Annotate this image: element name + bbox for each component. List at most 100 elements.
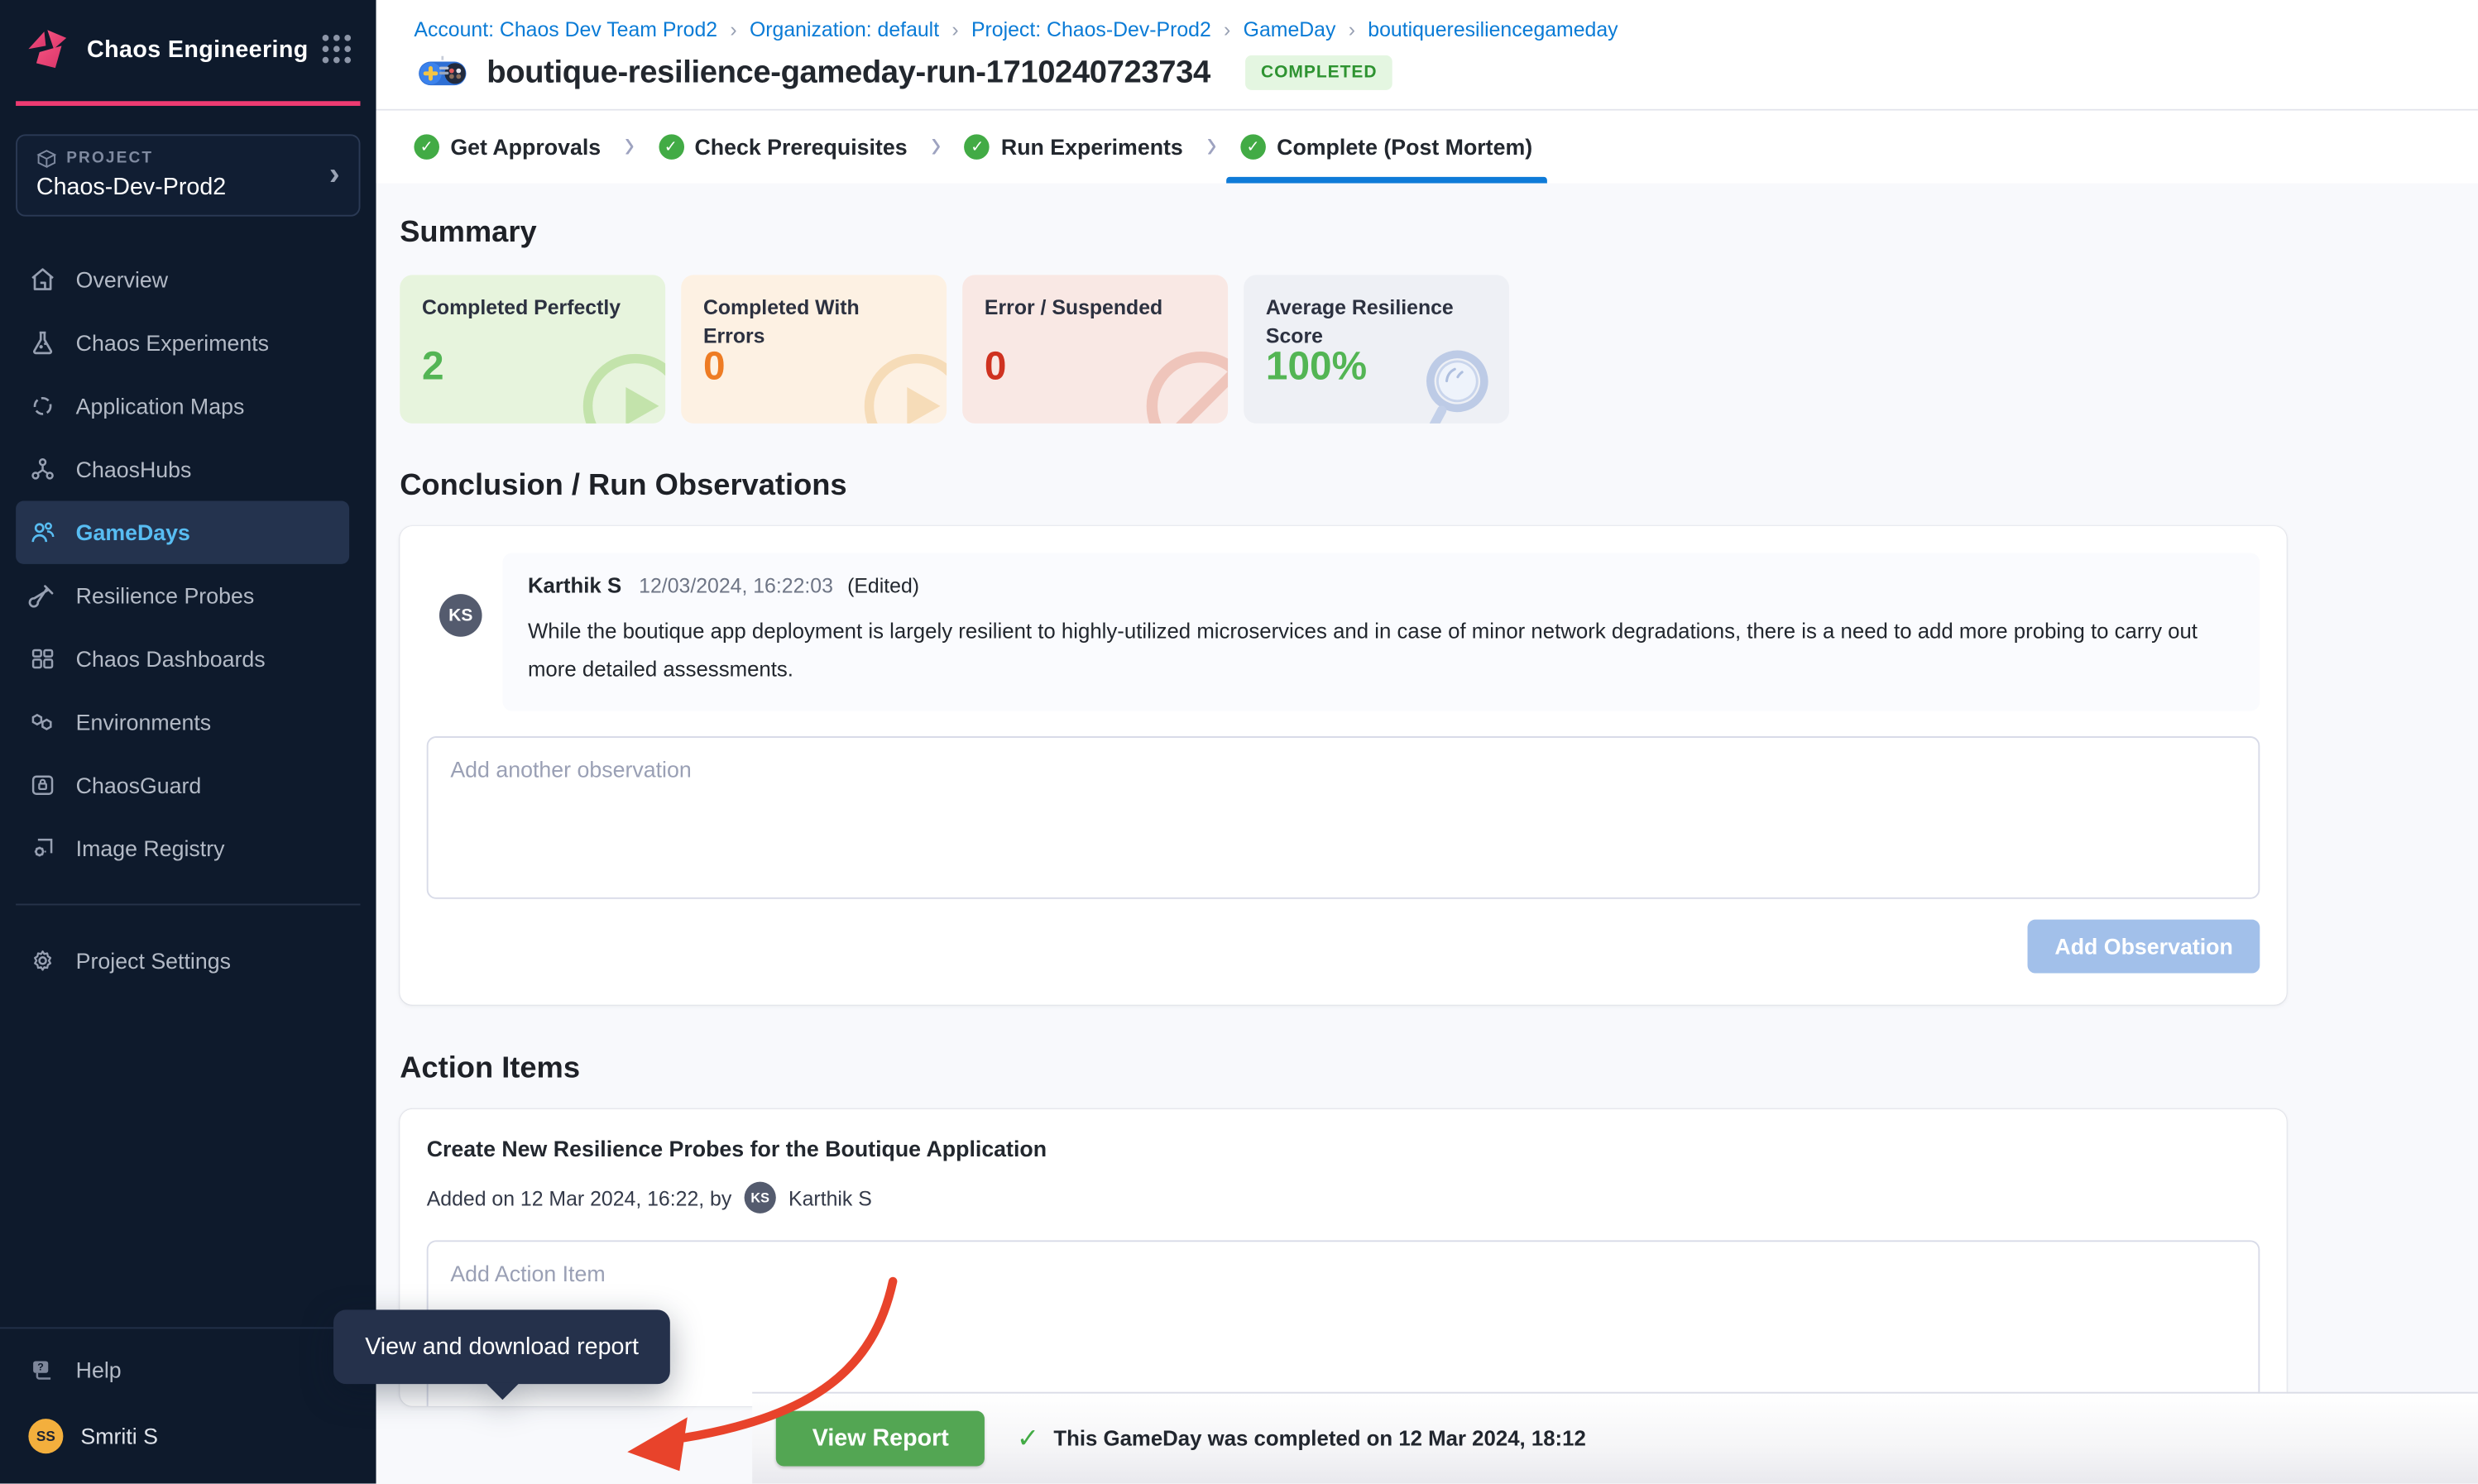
check-icon: ✓	[1017, 1423, 1039, 1454]
add-observation-input[interactable]	[427, 737, 2260, 900]
observation-comment: KS Karthik S 12/03/2024, 16:22:03 (Edite…	[427, 553, 2260, 711]
chevron-right-icon: ›	[931, 124, 941, 170]
sidebar-item-overview[interactable]: Overview	[0, 248, 376, 311]
product-title: Chaos Engineering	[87, 36, 309, 62]
tab-get-approvals[interactable]: ✓ Get Approvals	[414, 111, 601, 184]
target-icon	[28, 392, 56, 420]
status-badge: COMPLETED	[1245, 55, 1393, 90]
sidebar-item-chaos-dashboards[interactable]: Chaos Dashboards	[0, 627, 376, 690]
app-grid-menu-icon[interactable]	[323, 35, 351, 63]
action-item-title: Create New Resilience Probes for the Bou…	[427, 1137, 2260, 1162]
sidebar-item-resilience-probes[interactable]: Resilience Probes	[0, 564, 376, 627]
sidebar-bottom: ? Help SS Smriti S	[0, 1327, 376, 1483]
bottom-bar: View Report ✓ This GameDay was completed…	[752, 1392, 2478, 1484]
add-observation-button[interactable]: Add Observation	[2028, 920, 2260, 974]
card-label: Completed Perfectly	[422, 294, 643, 322]
sidebar-item-label: ChaosGuard	[76, 773, 202, 798]
sidebar: Chaos Engineering PROJECT Chaos-Dev-Prod…	[0, 0, 376, 1483]
action-item-author-avatar: KS	[745, 1182, 776, 1214]
sidebar-item-label: Overview	[76, 267, 168, 293]
sidebar-header: Chaos Engineering	[0, 0, 376, 92]
breadcrumb-run[interactable]: boutiqueresiliencegameday	[1368, 17, 1618, 41]
title-row: boutique-resilience-gameday-run-17102407…	[376, 41, 2478, 111]
action-item-author: Karthik S	[788, 1186, 872, 1210]
sidebar-item-chaosguard[interactable]: ChaosGuard	[0, 754, 376, 816]
project-selector-label: PROJECT	[66, 150, 153, 167]
harness-chaos-logo-icon	[24, 26, 71, 73]
observations-card: KS Karthik S 12/03/2024, 16:22:03 (Edite…	[400, 526, 2287, 1005]
sidebar-item-label: ChaosHubs	[76, 457, 192, 482]
card-label: Completed With Errors	[703, 294, 924, 349]
comment-author: Karthik S	[528, 573, 621, 597]
sidebar-item-gamedays[interactable]: GameDays	[16, 500, 349, 563]
sidebar-item-chaoshubs[interactable]: ChaosHubs	[0, 438, 376, 500]
tab-label: Complete (Post Mortem)	[1277, 134, 1532, 160]
card-average-resilience-score: Average Resilience Score 100%	[1244, 275, 1509, 424]
sidebar-item-label: Application Maps	[76, 394, 245, 419]
card-value: 100%	[1266, 344, 1367, 390]
shield-lock-icon	[28, 771, 56, 799]
hexagons-icon	[28, 708, 56, 736]
chevron-right-icon: ›	[625, 124, 635, 170]
card-value: 2	[422, 344, 444, 390]
check-circle-icon: ✓	[659, 134, 684, 160]
sidebar-item-label: Help	[76, 1357, 122, 1383]
sidebar-nav: Overview Chaos Experiments Application M…	[0, 248, 376, 993]
sidebar-item-label: Environments	[76, 710, 211, 735]
card-label: Error / Suspended	[985, 294, 1205, 322]
summary-cards: Completed Perfectly 2 Completed With Err…	[400, 275, 2287, 424]
summary-heading: Summary	[400, 217, 2287, 251]
sidebar-item-label: Project Settings	[76, 948, 231, 974]
probe-icon	[28, 582, 56, 610]
card-completed-with-errors: Completed With Errors 0	[681, 275, 947, 424]
prohibited-icon	[1143, 347, 1228, 424]
project-name: Chaos-Dev-Prod2	[36, 174, 340, 200]
tab-label: Run Experiments	[1001, 134, 1183, 160]
svg-text:?: ?	[37, 1362, 44, 1373]
chevron-right-icon: ›	[1224, 17, 1230, 41]
comment-box: Karthik S 12/03/2024, 16:22:03 (Edited) …	[502, 553, 2260, 711]
sidebar-item-label: Chaos Experiments	[76, 330, 269, 356]
chevron-right-icon: ›	[1349, 17, 1355, 41]
chevron-right-icon: ›	[1206, 124, 1216, 170]
tab-check-prerequisites[interactable]: ✓ Check Prerequisites	[659, 111, 908, 184]
sidebar-item-environments[interactable]: Environments	[0, 691, 376, 754]
play-icon	[861, 351, 947, 424]
project-selector[interactable]: PROJECT Chaos-Dev-Prod2 ›	[16, 134, 360, 216]
dashboard-icon	[28, 644, 56, 673]
user-menu[interactable]: SS Smriti S	[0, 1401, 376, 1471]
breadcrumb-organization[interactable]: Organization: default	[750, 17, 939, 41]
sidebar-divider	[16, 904, 360, 906]
sidebar-item-image-registry[interactable]: Image Registry	[0, 816, 376, 879]
completion-text: This GameDay was completed on 12 Mar 202…	[1053, 1427, 1585, 1451]
action-items-heading: Action Items	[400, 1053, 2287, 1088]
commenter-avatar: KS	[439, 594, 482, 637]
observations-heading: Conclusion / Run Observations	[400, 469, 2287, 504]
tab-run-experiments[interactable]: ✓ Run Experiments	[965, 111, 1183, 184]
people-icon	[28, 518, 56, 546]
sidebar-item-application-maps[interactable]: Application Maps	[0, 375, 376, 438]
view-report-button[interactable]: View Report	[776, 1411, 985, 1467]
user-avatar: SS	[28, 1419, 63, 1453]
completion-message: ✓ This GameDay was completed on 12 Mar 2…	[1017, 1423, 1586, 1454]
main-area: Account: Chaos Dev Team Prod2 › Organizati…	[376, 0, 2478, 1483]
breadcrumb: Account: Chaos Dev Team Prod2 › Organizati…	[376, 0, 2478, 41]
breadcrumb-gameday[interactable]: GameDay	[1244, 17, 1336, 41]
breadcrumb-project[interactable]: Project: Chaos-Dev-Prod2	[971, 17, 1211, 41]
sidebar-item-label: Resilience Probes	[76, 583, 255, 609]
tab-complete-post-mortem[interactable]: ✓ Complete (Post Mortem)	[1240, 111, 1532, 184]
action-items-card: Create New Resilience Probes for the Bou…	[400, 1109, 2287, 1406]
chevron-right-icon: ›	[951, 17, 958, 41]
add-action-item-input[interactable]	[427, 1241, 2260, 1407]
breadcrumb-account[interactable]: Account: Chaos Dev Team Prod2	[414, 17, 717, 41]
sidebar-item-chaos-experiments[interactable]: Chaos Experiments	[0, 311, 376, 374]
sidebar-item-help[interactable]: ? Help	[0, 1338, 376, 1401]
sidebar-item-project-settings[interactable]: Project Settings	[0, 929, 376, 992]
help-chat-icon: ?	[28, 1356, 56, 1384]
comment-body: While the boutique app deployment is lar…	[528, 613, 2235, 687]
gear-icon	[28, 946, 56, 974]
card-label: Average Resilience Score	[1266, 294, 1487, 349]
chevron-right-icon: ›	[730, 17, 736, 41]
tab-label: Get Approvals	[450, 134, 601, 160]
tab-label: Check Prerequisites	[694, 134, 907, 160]
